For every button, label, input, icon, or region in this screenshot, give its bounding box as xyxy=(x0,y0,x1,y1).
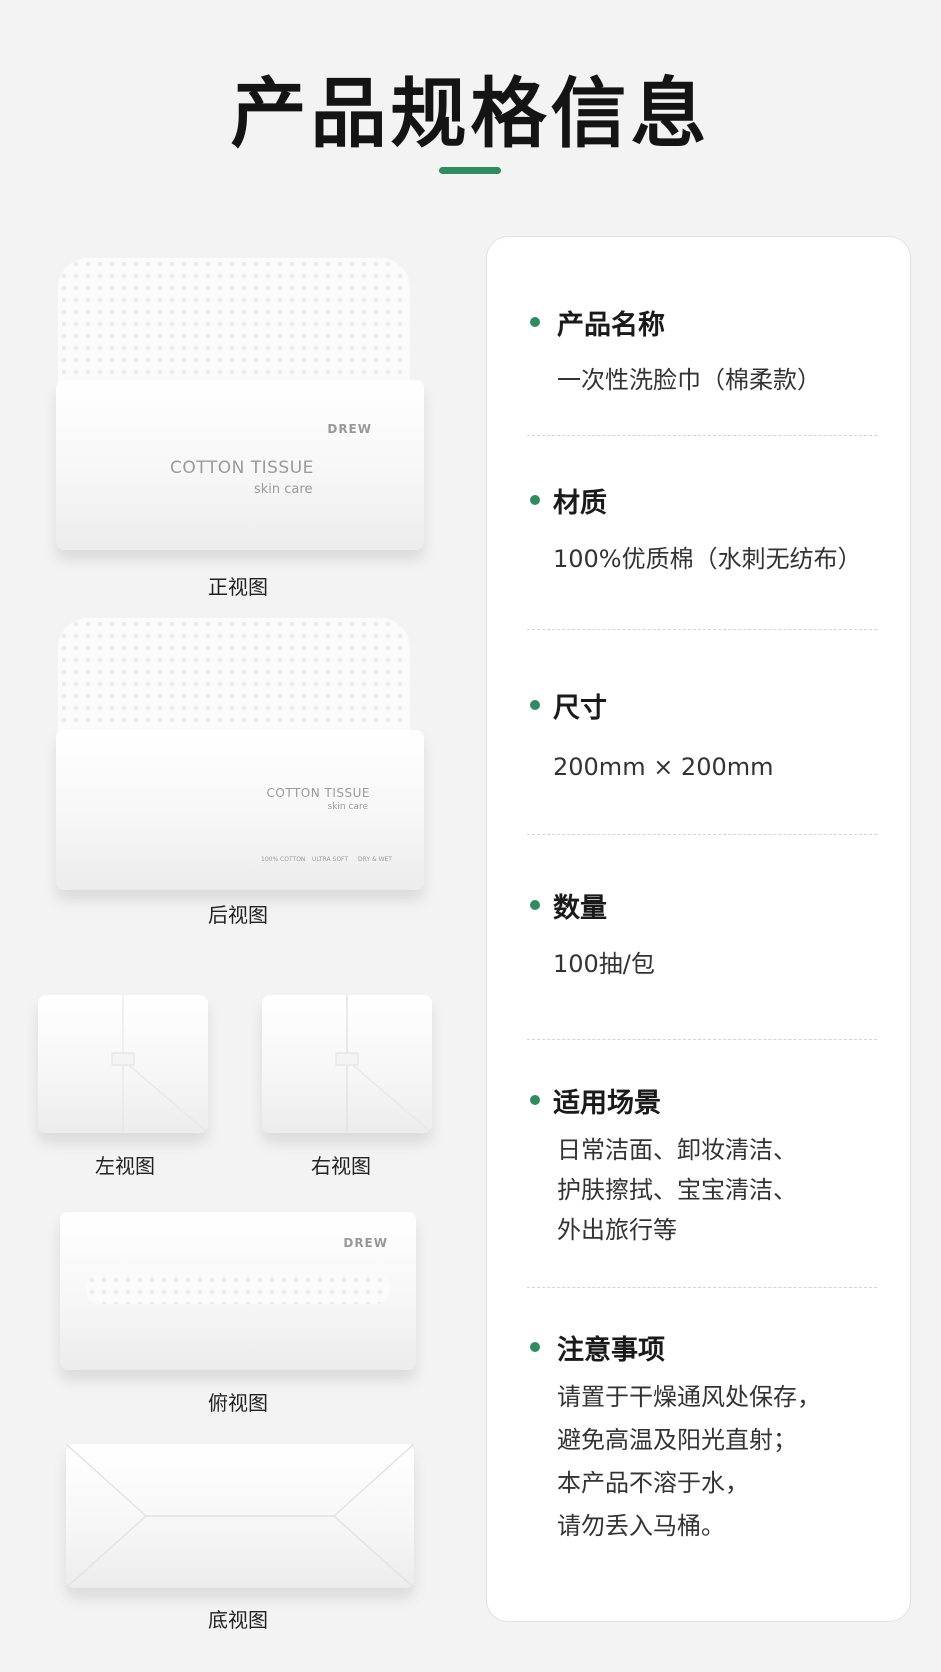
front-view-label: 正视图 xyxy=(208,575,268,599)
spec-label-quantity: 数量 xyxy=(553,893,607,924)
bullet-dot xyxy=(530,495,540,505)
spec-value-usage-line: 日常洁面、卸妆清洁、 xyxy=(557,1136,797,1164)
spec-label-usage: 适用场景 xyxy=(553,1088,661,1119)
package-front: DREW COTTON TISSUE skin care xyxy=(56,380,424,550)
spec-card: 产品名称 一次性洗脸巾（棉柔款） 材质 100%优质棉（水刺无纺布） 尺寸 20… xyxy=(486,236,911,1622)
spec-label-material: 材质 xyxy=(553,488,607,519)
right-view-image xyxy=(262,995,432,1133)
package-brand: DREW xyxy=(343,1236,388,1250)
package-name: COTTON TISSUE xyxy=(266,786,370,800)
package-subtitle: skin care xyxy=(327,802,368,812)
spec-value-notes-line: 请置于干燥通风处保存， xyxy=(557,1383,821,1411)
bullet-dot xyxy=(530,1095,540,1105)
top-view-label: 俯视图 xyxy=(208,1391,268,1415)
package-back: COTTON TISSUE skin care 100% COTTON ULTR… xyxy=(56,730,424,890)
divider xyxy=(527,435,877,436)
left-view-image xyxy=(38,995,208,1133)
spec-value-usage-line: 外出旅行等 xyxy=(557,1216,677,1244)
spec-label-size: 尺寸 xyxy=(553,693,607,724)
title-underline xyxy=(439,167,501,174)
spec-value-size: 200mm × 200mm xyxy=(553,753,774,781)
spec-value-material: 100%优质棉（水刺无纺布） xyxy=(553,545,862,573)
divider xyxy=(527,629,877,630)
package-name: COTTON TISSUE xyxy=(170,458,314,478)
bottom-view-image xyxy=(66,1444,414,1588)
bullet-dot xyxy=(530,317,540,327)
spec-value-usage-line: 护肤擦拭、宝宝清洁、 xyxy=(557,1176,797,1204)
tissue-sheets xyxy=(58,258,410,388)
spec-label-name: 产品名称 xyxy=(557,310,665,341)
spec-label-notes: 注意事项 xyxy=(557,1335,665,1366)
divider xyxy=(527,1039,877,1040)
bullet-dot xyxy=(530,900,540,910)
package-fold-lines xyxy=(335,995,432,1133)
divider xyxy=(527,834,877,835)
package-brand: DREW xyxy=(327,422,372,436)
bullet-dot xyxy=(530,1342,540,1352)
badge-cotton: 100% COTTON xyxy=(261,856,306,863)
page-title: 产品规格信息 xyxy=(230,69,711,158)
tissue-sheets xyxy=(58,618,410,738)
tissue-opening xyxy=(86,1274,390,1304)
bottom-view-label: 底视图 xyxy=(208,1608,268,1632)
package-subtitle: skin care xyxy=(254,482,313,497)
badge-soft: ULTRA SOFT xyxy=(312,856,349,863)
top-view-image: DREW xyxy=(60,1212,416,1370)
back-view-label: 后视图 xyxy=(208,903,268,927)
package-fold-lines xyxy=(111,995,208,1133)
bullet-dot xyxy=(530,700,540,710)
package-fold-lines xyxy=(66,1444,414,1588)
spec-value-quantity: 100抽/包 xyxy=(553,950,655,978)
divider xyxy=(527,1287,877,1288)
spec-value-notes-line: 请勿丢入马桶。 xyxy=(557,1512,725,1540)
spec-value-notes-line: 本产品不溶于水， xyxy=(557,1469,749,1497)
spec-value-name: 一次性洗脸巾（棉柔款） xyxy=(557,366,821,394)
right-view-label: 右视图 xyxy=(311,1154,371,1178)
left-view-label: 左视图 xyxy=(95,1154,155,1178)
badge-wet: DRY & WET xyxy=(358,856,392,863)
spec-value-notes-line: 避免高温及阳光直射； xyxy=(557,1426,797,1454)
